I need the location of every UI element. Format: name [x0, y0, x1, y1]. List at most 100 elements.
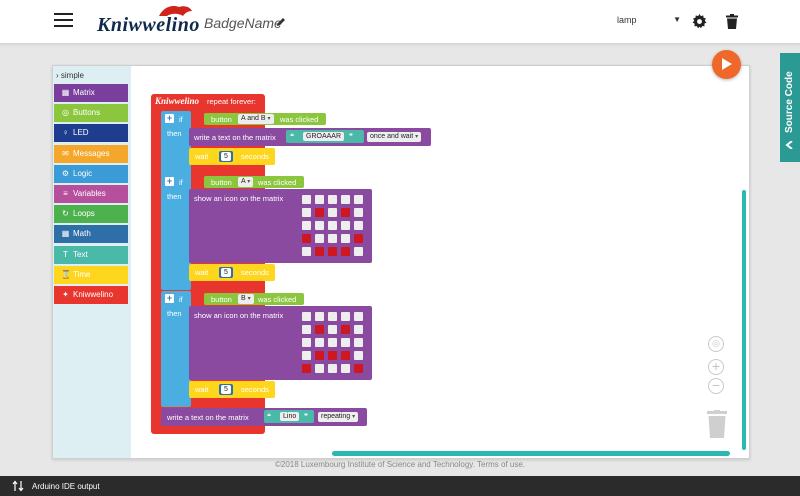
wait-number[interactable]: 5	[219, 151, 233, 162]
led-cell[interactable]	[302, 247, 311, 256]
led-cell[interactable]	[328, 208, 337, 217]
led-cell[interactable]	[328, 247, 337, 256]
button-select[interactable]: B ▾	[238, 294, 254, 304]
plus-icon[interactable]: +	[165, 177, 174, 186]
button-select[interactable]: A ▾	[238, 177, 254, 187]
led-cell[interactable]	[315, 325, 324, 334]
text-input[interactable]: GROAAAR	[303, 132, 345, 141]
category-led[interactable]: ♀ LED	[54, 124, 128, 143]
vertical-scrollbar[interactable]	[742, 190, 746, 450]
if-label: if	[179, 295, 183, 304]
led-cell[interactable]	[315, 312, 324, 321]
led-cell[interactable]	[328, 338, 337, 347]
category-matrix[interactable]: ▦ Matrix	[54, 84, 128, 102]
led-cell[interactable]	[328, 351, 337, 360]
led-cell[interactable]	[315, 208, 324, 217]
toolbox: › simple ▦ Matrix ◎ Buttons ♀ LED ✉ Messages ⚙ Lo…	[53, 66, 131, 458]
led-cell[interactable]	[328, 364, 337, 373]
led-cell[interactable]	[354, 234, 363, 243]
mode-select[interactable]: once and wait ▾	[367, 132, 422, 142]
led-cell[interactable]	[315, 364, 324, 373]
category-variables[interactable]: ≡ Variables	[54, 185, 128, 203]
menu-icon[interactable]	[54, 13, 73, 28]
led-matrix[interactable]	[302, 312, 366, 376]
button-select-value: B	[241, 295, 246, 302]
led-cell[interactable]	[354, 338, 363, 347]
zoom-out-icon[interactable]: −	[708, 378, 724, 394]
category-messages[interactable]: ✉ Messages	[54, 144, 128, 163]
run-button[interactable]	[712, 50, 741, 79]
wait-number[interactable]: 5	[219, 384, 233, 395]
led-cell[interactable]	[302, 234, 311, 243]
project-name[interactable]: BadgeName	[204, 15, 282, 31]
led-cell[interactable]	[315, 221, 324, 230]
led-cell[interactable]	[354, 208, 363, 217]
led-cell[interactable]	[302, 351, 311, 360]
text-input[interactable]: Lino	[280, 412, 300, 421]
led-cell[interactable]	[328, 325, 337, 334]
category-text[interactable]: T Text	[54, 245, 128, 264]
led-cell[interactable]	[315, 338, 324, 347]
trash-bin-icon[interactable]	[707, 410, 727, 438]
led-cell[interactable]	[315, 234, 324, 243]
led-cell[interactable]	[354, 351, 363, 360]
led-cell[interactable]	[302, 221, 311, 230]
led-cell[interactable]	[354, 325, 363, 334]
led-cell[interactable]	[328, 234, 337, 243]
led-cell[interactable]	[354, 195, 363, 204]
led-cell[interactable]	[302, 195, 311, 204]
led-cell[interactable]	[354, 221, 363, 230]
mode-select[interactable]: repeating ▾	[318, 412, 359, 422]
caret-down-icon: ▾	[352, 414, 356, 420]
led-cell[interactable]	[328, 221, 337, 230]
led-cell[interactable]	[302, 325, 311, 334]
category-loops[interactable]: ↻ Loops	[54, 205, 128, 224]
caret-down-icon: ▾	[267, 116, 271, 122]
recenter-icon[interactable]: ◎	[708, 336, 724, 352]
pencil-icon[interactable]	[276, 16, 286, 27]
button-select-value: A and B	[241, 115, 266, 122]
source-code-tab[interactable]: Source Code	[780, 53, 800, 162]
led-cell[interactable]	[341, 208, 350, 217]
category-logic[interactable]: ⚙ Logic	[54, 164, 128, 183]
led-cell[interactable]	[302, 364, 311, 373]
category-time[interactable]: ⌛ Time	[54, 265, 128, 284]
led-cell[interactable]	[341, 234, 350, 243]
gear-icon[interactable]	[692, 14, 707, 29]
led-cell[interactable]	[341, 195, 350, 204]
wait-number[interactable]: 5	[219, 267, 233, 278]
category-label: Messages	[73, 148, 110, 158]
trash-icon[interactable]	[726, 14, 738, 29]
category-kniwwelino[interactable]: ✦ Kniwwelino	[54, 286, 128, 304]
category-math[interactable]: ▦ Math	[54, 225, 128, 244]
led-matrix[interactable]	[302, 195, 366, 259]
led-cell[interactable]	[315, 195, 324, 204]
led-cell[interactable]	[341, 338, 350, 347]
led-cell[interactable]	[315, 351, 324, 360]
zoom-in-icon[interactable]: +	[708, 359, 724, 375]
blockly-canvas[interactable]: Kniwwelino repeat forever: + if then but…	[131, 66, 749, 458]
horizontal-scrollbar[interactable]	[332, 451, 730, 456]
led-cell[interactable]	[354, 247, 363, 256]
led-cell[interactable]	[341, 364, 350, 373]
arduino-output-bar[interactable]: Arduino IDE output	[0, 476, 800, 496]
plus-icon[interactable]: +	[165, 114, 174, 123]
led-cell[interactable]	[354, 364, 363, 373]
category-buttons[interactable]: ◎ Buttons	[54, 104, 128, 123]
toolbox-heading[interactable]: › simple	[56, 71, 84, 80]
led-cell[interactable]	[341, 247, 350, 256]
board-select[interactable]: lamp ▼	[617, 15, 683, 29]
led-cell[interactable]	[302, 312, 311, 321]
led-cell[interactable]	[341, 221, 350, 230]
led-cell[interactable]	[302, 208, 311, 217]
led-cell[interactable]	[315, 247, 324, 256]
led-cell[interactable]	[354, 312, 363, 321]
led-cell[interactable]	[328, 195, 337, 204]
led-cell[interactable]	[302, 338, 311, 347]
button-select[interactable]: A and B ▾	[238, 114, 274, 124]
led-cell[interactable]	[341, 325, 350, 334]
led-cell[interactable]	[328, 312, 337, 321]
led-cell[interactable]	[341, 351, 350, 360]
led-cell[interactable]	[341, 312, 350, 321]
plus-icon[interactable]: +	[165, 294, 174, 303]
